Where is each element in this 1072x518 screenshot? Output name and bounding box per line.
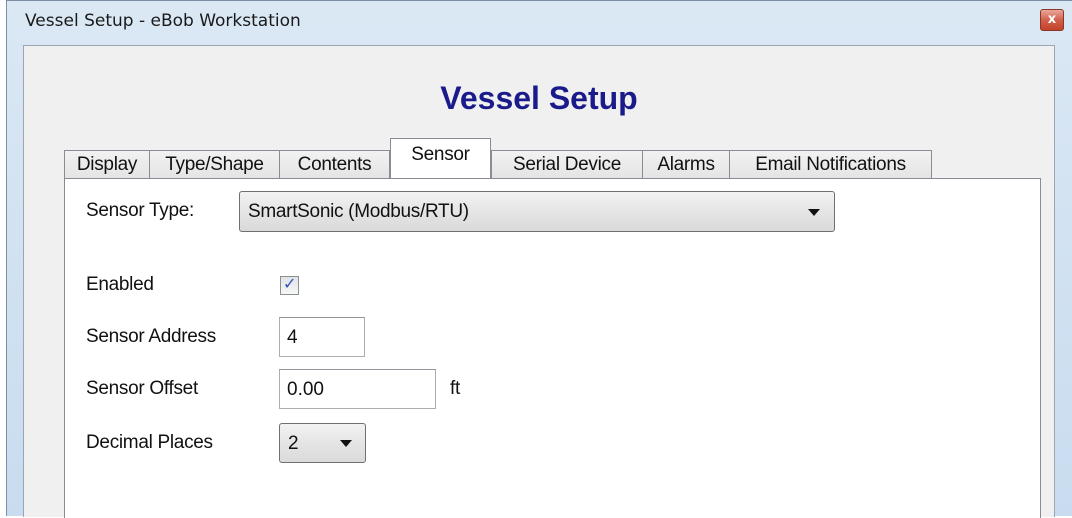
tab-type-shape[interactable]: Type/Shape [149,150,280,180]
decimal-places-label: Decimal Places [86,432,213,453]
sensor-type-dropdown[interactable]: SmartSonic (Modbus/RTU) [239,191,835,232]
sensor-address-input[interactable]: 4 [279,317,365,357]
offset-unit-label: ft [450,378,460,399]
tab-alarms[interactable]: Alarms [642,150,730,180]
dialog-client-area: Vessel Setup Display Type/Shape Contents… [23,45,1055,518]
title-bar[interactable]: Vessel Setup - eBob Workstation x [7,1,1072,45]
close-button[interactable]: x [1040,9,1064,31]
chevron-down-icon [808,209,820,216]
sensor-type-value: SmartSonic (Modbus/RTU) [248,201,469,222]
dialog-window: Vessel Setup - eBob Workstation x Vessel… [6,0,1072,518]
tab-serial-device[interactable]: Serial Device [491,150,643,180]
sensor-type-label: Sensor Type: [86,200,195,221]
close-icon: x [1047,12,1057,27]
sensor-offset-value: 0.00 [287,379,324,400]
enabled-label: Enabled [86,274,154,295]
tab-display[interactable]: Display [64,150,150,180]
window-title: Vessel Setup - eBob Workstation [25,11,301,31]
checkmark-icon: ✓ [283,274,297,293]
sensor-address-label: Sensor Address [86,326,216,347]
tab-contents[interactable]: Contents [279,150,390,180]
enabled-checkbox[interactable]: ✓ [280,274,299,295]
tab-sensor[interactable]: Sensor [390,138,491,178]
sensor-offset-label: Sensor Offset [86,378,198,399]
sensor-tab-panel: Sensor Type: SmartSonic (Modbus/RTU) Ena… [64,178,1041,518]
sensor-offset-input[interactable]: 0.00 [279,369,436,409]
sensor-address-value: 4 [287,327,298,348]
dialog-heading: Vessel Setup [440,80,638,116]
decimal-places-dropdown[interactable]: 2 [279,423,366,463]
chevron-down-icon [340,440,352,447]
decimal-places-value: 2 [288,433,299,454]
tab-email-notifications[interactable]: Email Notifications [729,150,932,180]
